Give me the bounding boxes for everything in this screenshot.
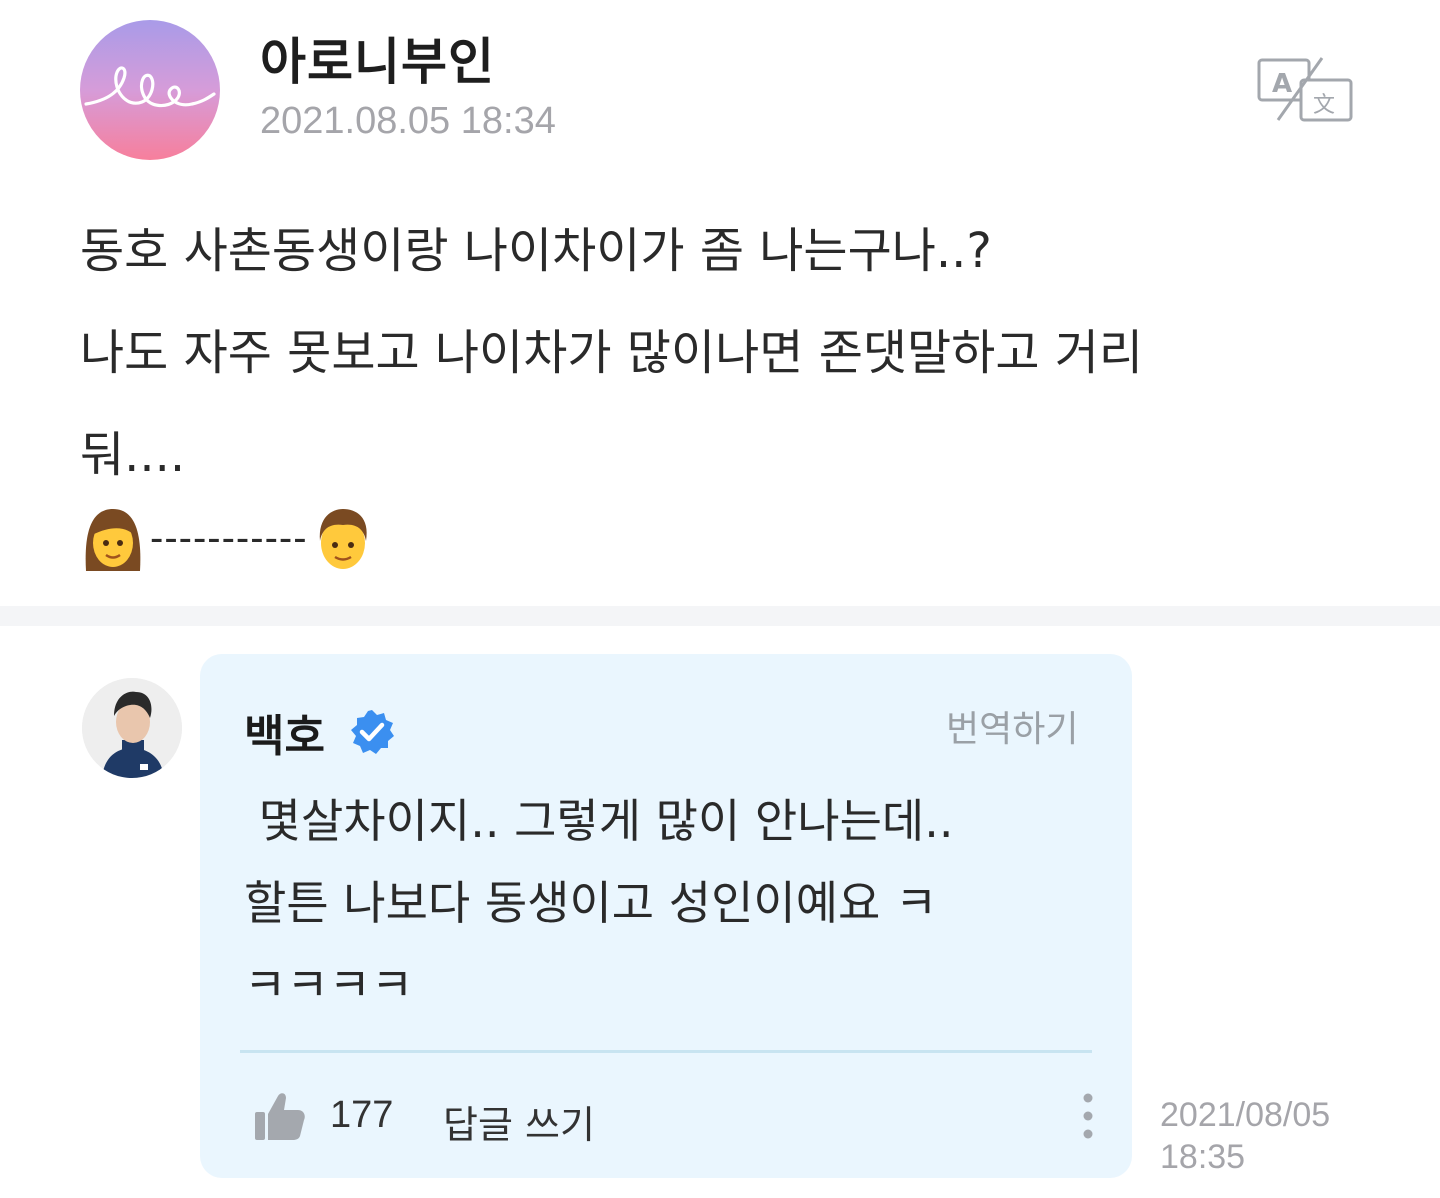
signature-logo-icon bbox=[84, 66, 216, 108]
comment-body-line: 몇살차이지.. 그렇게 많이 안나는데.. bbox=[244, 794, 954, 848]
comment-body-line: 할튼 나보다 동생이고 성인이예요 ㅋ bbox=[244, 876, 938, 930]
post-author-avatar[interactable] bbox=[80, 20, 220, 160]
comment-timestamp: 2021/08/05 18:35 bbox=[1160, 1094, 1330, 1178]
post-author-name[interactable]: 아로니부인 bbox=[260, 22, 495, 94]
emoji-line: ----------- bbox=[82, 505, 372, 571]
woman-emoji-icon bbox=[85, 509, 141, 571]
comment-body-line: ㅋㅋㅋㅋ bbox=[244, 958, 414, 1012]
more-options-icon[interactable] bbox=[1076, 1090, 1100, 1142]
post-body-line: 나도 자주 못보고 나이차가 많이나면 존댓말하고 거리 bbox=[80, 325, 1144, 381]
comment-time: 18:35 bbox=[1160, 1138, 1246, 1176]
section-divider bbox=[0, 606, 1440, 626]
thumbs-up-icon[interactable] bbox=[252, 1088, 308, 1144]
post-body-line: 동호 사촌동생이랑 나이차이가 좀 나는구나..? bbox=[80, 223, 992, 279]
svg-text:A: A bbox=[1272, 69, 1292, 99]
comment-card-divider bbox=[240, 1050, 1092, 1053]
reply-button[interactable]: 답글 쓰기 bbox=[443, 1094, 595, 1149]
comment-author-avatar[interactable] bbox=[82, 678, 182, 778]
translate-icon[interactable]: A 文 bbox=[1256, 56, 1354, 126]
man-emoji-icon bbox=[319, 509, 367, 569]
verified-badge-icon bbox=[348, 708, 396, 756]
comment-translate-button[interactable]: 번역하기 bbox=[946, 700, 1078, 752]
post-body-line: 둬.... bbox=[80, 427, 186, 483]
post-timestamp: 2021.08.05 18:34 bbox=[260, 100, 556, 142]
svg-text:文: 文 bbox=[1313, 93, 1335, 118]
post-body: 동호 사촌동생이랑 나이차이가 좀 나는구나..? 나도 자주 못보고 나이차가… bbox=[80, 200, 1380, 506]
like-count: 177 bbox=[330, 1094, 394, 1136]
dash-separator: ----------- bbox=[150, 515, 308, 560]
comment-author-name[interactable]: 백호 bbox=[244, 700, 325, 764]
comment-body: 몇살차이지.. 그렇게 많이 안나는데.. 할튼 나보다 동생이고 성인이예요 … bbox=[244, 780, 1104, 1026]
comment-date: 2021/08/05 bbox=[1160, 1096, 1331, 1134]
